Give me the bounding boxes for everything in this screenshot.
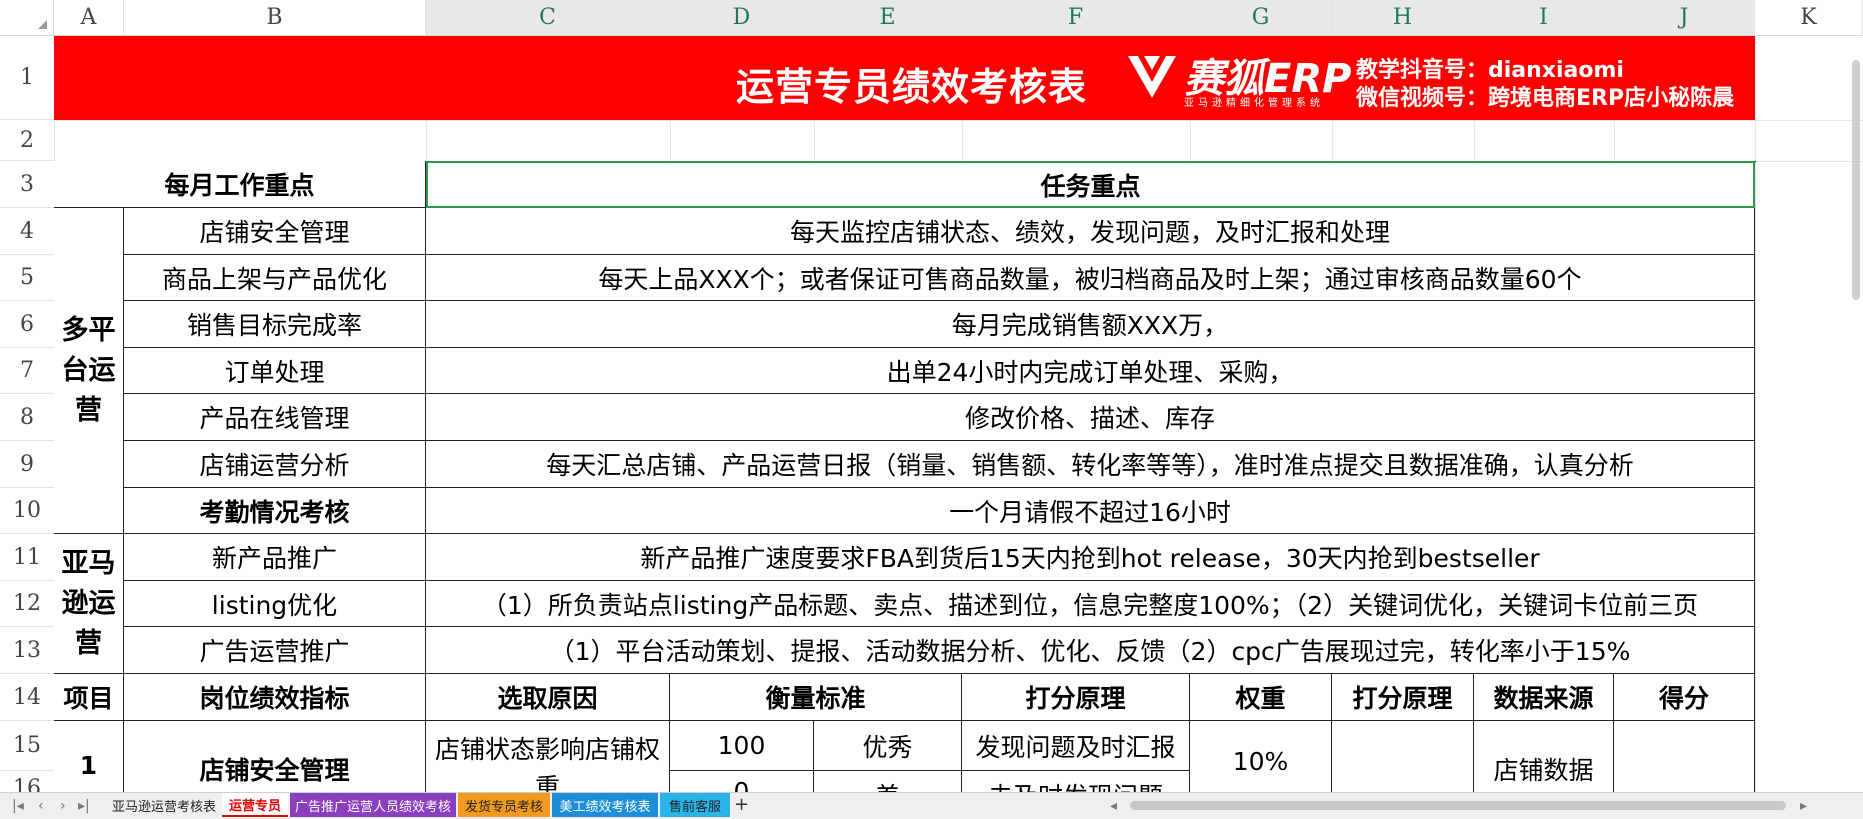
row-header[interactable]: 5 (0, 255, 54, 301)
focus-item-name[interactable]: 产品在线管理 (124, 394, 426, 441)
focus-item-name[interactable]: 广告运营推广 (124, 627, 426, 674)
vertical-scrollbar[interactable] (1852, 60, 1860, 300)
column-header-e[interactable]: E (814, 0, 962, 36)
sheet-tab-label: 亚马逊运营考核表 (111, 799, 216, 815)
focus-header-right[interactable]: 任务重点 (426, 161, 1755, 208)
sheet-tab-label: 广告推广运营人员绩效考核 (294, 799, 451, 815)
kpi-header[interactable]: 项目 (54, 674, 124, 721)
kpi-rule[interactable]: 发现问题及时汇报 (962, 721, 1190, 771)
sheet-tab-shipping[interactable]: 发货专员考核 (458, 793, 550, 817)
sheet-tab-label: 发货专员考核 (464, 799, 543, 815)
row-header[interactable]: 10 (0, 488, 54, 534)
focus-item-name[interactable]: 店铺运营分析 (124, 441, 426, 488)
sheet-tab-design[interactable]: 美工绩效考核表 (552, 793, 658, 817)
focus-item-task[interactable]: 每天汇总店铺、产品运营日报（销量、销售额、转化率等等），准时准点提交且数据准确，… (426, 441, 1755, 488)
row-header[interactable]: 2 (0, 120, 54, 161)
row-header[interactable]: 6 (0, 301, 54, 348)
scroll-right-icon[interactable]: ▸ (1800, 798, 1807, 814)
logo-subtitle: 亚马逊精细化管理系统 (1184, 98, 1324, 109)
focus-item-task[interactable]: 出单24小时内完成订单处理、采购， (426, 348, 1755, 394)
kpi-header[interactable]: 得分 (1614, 674, 1755, 721)
row-header[interactable]: 14 (0, 674, 54, 721)
focus-item-task[interactable]: 一个月请假不超过16小时 (426, 488, 1755, 534)
contact-wechat: 微信视频号：跨境电商ERP店小秘陈晨 (1356, 86, 1735, 111)
focus-item-name[interactable]: 订单处理 (124, 348, 426, 394)
focus-item-name[interactable]: 商品上架与产品优化 (124, 255, 426, 301)
row-header[interactable]: 3 (0, 161, 54, 208)
row-header[interactable]: 9 (0, 441, 54, 488)
kpi-grade[interactable]: 优秀 (814, 721, 962, 771)
add-sheet-icon[interactable]: + (734, 794, 749, 815)
column-header-a[interactable]: A (54, 0, 124, 36)
row-header[interactable]: 8 (0, 394, 54, 441)
row-header[interactable]: 1 (0, 36, 54, 120)
horizontal-scrollbar[interactable] (1130, 801, 1786, 810)
focus-item-name[interactable]: 考勤情况考核 (124, 488, 426, 534)
column-header-c[interactable]: C (426, 0, 670, 36)
kpi-header[interactable]: 选取原因 (426, 674, 670, 721)
focus-item-name[interactable]: 销售目标完成率 (124, 301, 426, 348)
next-sheet-icon[interactable]: › (60, 798, 66, 814)
focus-item-task[interactable]: 修改价格、描述、库存 (426, 394, 1755, 441)
row-header[interactable]: 7 (0, 348, 54, 394)
kpi-header[interactable]: 打分原理 (1332, 674, 1474, 721)
kpi-header[interactable]: 岗位绩效指标 (124, 674, 426, 721)
focus-item-name[interactable]: 新产品推广 (124, 534, 426, 581)
sheet-tab-presales[interactable]: 售前客服 (660, 793, 730, 817)
sheet-title: 运营专员绩效考核表 (736, 65, 1088, 109)
first-sheet-icon[interactable]: |◂ (12, 798, 24, 814)
column-header-b[interactable]: B (124, 0, 426, 36)
sheet-tab-label: 美工绩效考核表 (559, 799, 651, 815)
prev-sheet-icon[interactable]: ‹ (38, 798, 44, 814)
column-header-j[interactable]: J (1614, 0, 1755, 36)
kpi-score[interactable]: 100 (670, 721, 814, 771)
row-header[interactable]: 15 (0, 721, 54, 771)
focus-item-task[interactable]: 每天监控店铺状态、绩效，发现问题，及时汇报和处理 (426, 208, 1755, 255)
sheet-tab-operations[interactable]: 运营专员 (222, 793, 288, 817)
row-header[interactable]: 11 (0, 534, 54, 581)
kpi-header[interactable]: 衡量标准 (670, 674, 962, 721)
row-header[interactable]: 4 (0, 208, 54, 255)
column-header-g[interactable]: G (1190, 0, 1332, 36)
column-header-k[interactable]: K (1755, 0, 1863, 36)
column-header-d[interactable]: D (670, 0, 814, 36)
sheet-tab-label: 售前客服 (668, 799, 721, 815)
focus-item-task[interactable]: 每月完成销售额XXX万， (426, 301, 1755, 348)
focus-item-name[interactable]: 店铺安全管理 (124, 208, 426, 255)
sheet-tab-amazon[interactable]: 亚马逊运营考核表 (106, 793, 222, 817)
focus-item-task[interactable]: （1）所负责站点listing产品标题、卖点、描述到位，信息完整度100%；（2… (426, 581, 1755, 627)
kpi-header[interactable]: 数据来源 (1474, 674, 1614, 721)
focus-item-task[interactable]: 新产品推广速度要求FBA到货后15天内抢到hot release，30天内抢到b… (426, 534, 1755, 581)
group-amazon[interactable]: 亚马逊运营 (54, 534, 124, 674)
sheet-tab-ads[interactable]: 广告推广运营人员绩效考核 (290, 793, 456, 817)
focus-item-task[interactable]: 每天上品XXX个；或者保证可售商品数量，被归档商品及时上架；通过审核商品数量60… (426, 255, 1755, 301)
column-header-f[interactable]: F (962, 0, 1190, 36)
spreadsheet: A B C D E F G H I J K 1 2 3 4 5 6 7 8 9 … (0, 0, 1863, 819)
focus-header-left[interactable]: 每月工作重点 (54, 161, 426, 208)
last-sheet-icon[interactable]: ▸| (78, 798, 90, 814)
focus-item-task[interactable]: （1）平台活动策划、提报、活动数据分析、优化、反馈（2）cpc广告展现过完，转化… (426, 627, 1755, 674)
kpi-header[interactable]: 权重 (1190, 674, 1332, 721)
column-header-i[interactable]: I (1474, 0, 1614, 36)
fox-logo-icon (1128, 56, 1176, 98)
group-multi-platform[interactable]: 多平台运营 (54, 208, 124, 534)
scroll-left-icon[interactable]: ◂ (1110, 798, 1117, 814)
focus-item-name[interactable]: listing优化 (124, 581, 426, 627)
row-header[interactable]: 13 (0, 627, 54, 674)
kpi-header[interactable]: 打分原理 (962, 674, 1190, 721)
select-all-corner[interactable] (0, 0, 54, 36)
row-header[interactable]: 12 (0, 581, 54, 627)
sheet-tab-label: 运营专员 (228, 798, 281, 814)
column-header-h[interactable]: H (1332, 0, 1474, 36)
